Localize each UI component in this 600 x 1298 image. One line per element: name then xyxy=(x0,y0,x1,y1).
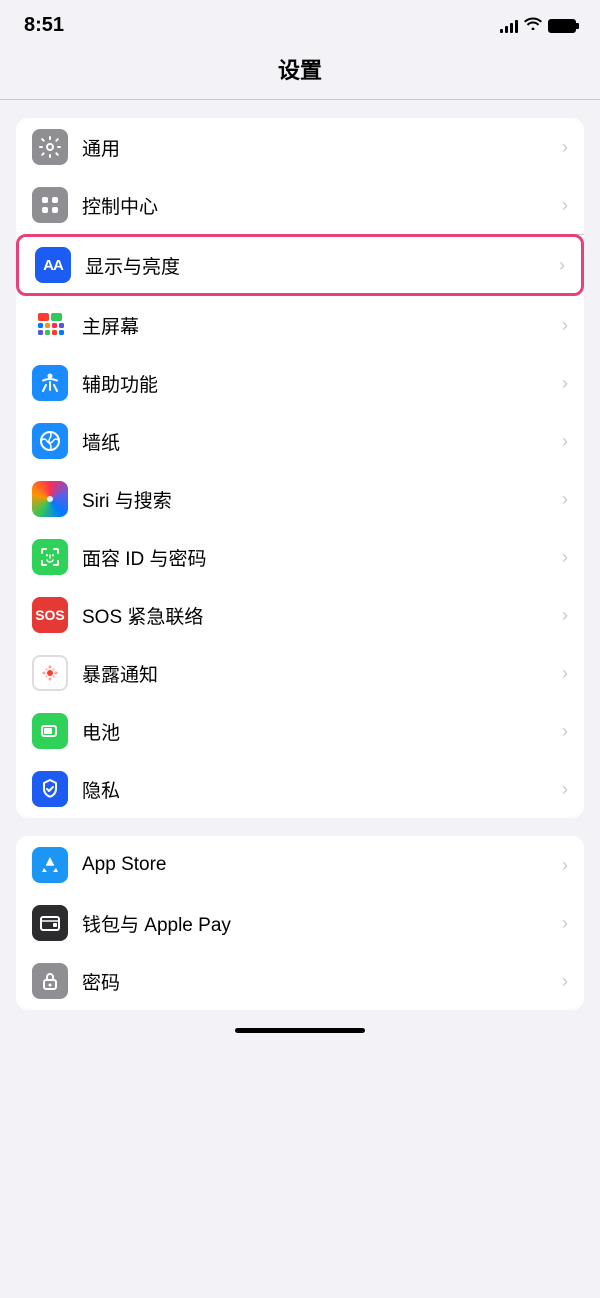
general-chevron: › xyxy=(562,137,568,158)
sos-label: SOS 紧急联络 xyxy=(82,602,562,629)
password-chevron: › xyxy=(562,971,568,992)
settings-item-sos[interactable]: SOS SOS 紧急联络 › xyxy=(16,586,584,644)
battery-chevron: › xyxy=(562,721,568,742)
general-label: 通用 xyxy=(82,134,562,161)
settings-item-wallet[interactable]: 钱包与 Apple Pay › xyxy=(16,894,584,952)
settings-item-exposure[interactable]: 暴露通知 › xyxy=(16,644,584,702)
faceid-icon xyxy=(32,539,68,575)
status-icons xyxy=(500,16,576,35)
control-center-chevron: › xyxy=(562,195,568,216)
settings-item-general[interactable]: 通用 › xyxy=(16,118,584,176)
settings-item-faceid[interactable]: 面容 ID 与密码 › xyxy=(16,528,584,586)
appstore-label: App Store xyxy=(82,854,562,876)
exposure-label: 暴露通知 xyxy=(82,660,562,687)
settings-group-2: App Store › 钱包与 Apple Pay › 密码 › xyxy=(16,836,584,1010)
home-screen-label: 主屏幕 xyxy=(82,312,562,339)
wallpaper-chevron: › xyxy=(562,431,568,452)
settings-item-display[interactable]: AA 显示与亮度 › xyxy=(16,234,584,296)
wallet-icon xyxy=(32,905,68,941)
accessibility-chevron: › xyxy=(562,373,568,394)
faceid-label: 面容 ID 与密码 xyxy=(82,544,562,571)
settings-item-wallpaper[interactable]: 墙纸 › xyxy=(16,412,584,470)
battery-icon xyxy=(548,19,576,33)
settings-item-appstore[interactable]: App Store › xyxy=(16,836,584,894)
control-center-icon xyxy=(32,187,68,223)
accessibility-label: 辅助功能 xyxy=(82,370,562,397)
page-title: 设置 xyxy=(0,45,600,99)
exposure-chevron: › xyxy=(562,663,568,684)
settings-item-battery[interactable]: 电池 › xyxy=(16,702,584,760)
accessibility-icon xyxy=(32,365,68,401)
control-center-label: 控制中心 xyxy=(82,192,562,219)
settings-group-1: 通用 › 控制中心 › AA 显示与亮度 › xyxy=(16,118,584,818)
home-indicator xyxy=(235,1028,365,1033)
wifi-icon xyxy=(524,16,542,35)
status-time: 8:51 xyxy=(24,14,64,37)
privacy-chevron: › xyxy=(562,779,568,800)
wallet-label: 钱包与 Apple Pay xyxy=(82,910,562,937)
settings-item-privacy[interactable]: 隐私 › xyxy=(16,760,584,818)
settings-item-home-screen[interactable]: 主屏幕 › xyxy=(16,296,584,354)
exposure-icon xyxy=(32,655,68,691)
wallet-chevron: › xyxy=(562,913,568,934)
settings-item-accessibility[interactable]: 辅助功能 › xyxy=(16,354,584,412)
battery-label: 电池 xyxy=(82,718,562,745)
settings-item-control-center[interactable]: 控制中心 › xyxy=(16,176,584,234)
sos-chevron: › xyxy=(562,605,568,626)
password-icon xyxy=(32,963,68,999)
wallpaper-label: 墙纸 xyxy=(82,428,562,455)
sos-text: SOS xyxy=(35,607,65,623)
battery-settings-icon xyxy=(32,713,68,749)
home-screen-icon xyxy=(32,307,68,343)
password-label: 密码 xyxy=(82,968,562,995)
privacy-icon xyxy=(32,771,68,807)
siri-icon xyxy=(32,481,68,517)
appstore-icon xyxy=(32,847,68,883)
wallpaper-icon xyxy=(32,423,68,459)
privacy-label: 隐私 xyxy=(82,776,562,803)
home-screen-chevron: › xyxy=(562,315,568,336)
settings-item-password[interactable]: 密码 › xyxy=(16,952,584,1010)
sos-icon: SOS xyxy=(32,597,68,633)
faceid-chevron: › xyxy=(562,547,568,568)
general-icon xyxy=(32,129,68,165)
display-chevron: › xyxy=(559,255,565,276)
settings-item-siri[interactable]: Siri 与搜索 › xyxy=(16,470,584,528)
signal-icon xyxy=(500,19,518,33)
siri-chevron: › xyxy=(562,489,568,510)
siri-label: Siri 与搜索 xyxy=(82,486,562,513)
display-label: 显示与亮度 xyxy=(85,252,559,279)
display-icon: AA xyxy=(35,247,71,283)
status-bar: 8:51 xyxy=(0,0,600,45)
appstore-chevron: › xyxy=(562,855,568,876)
